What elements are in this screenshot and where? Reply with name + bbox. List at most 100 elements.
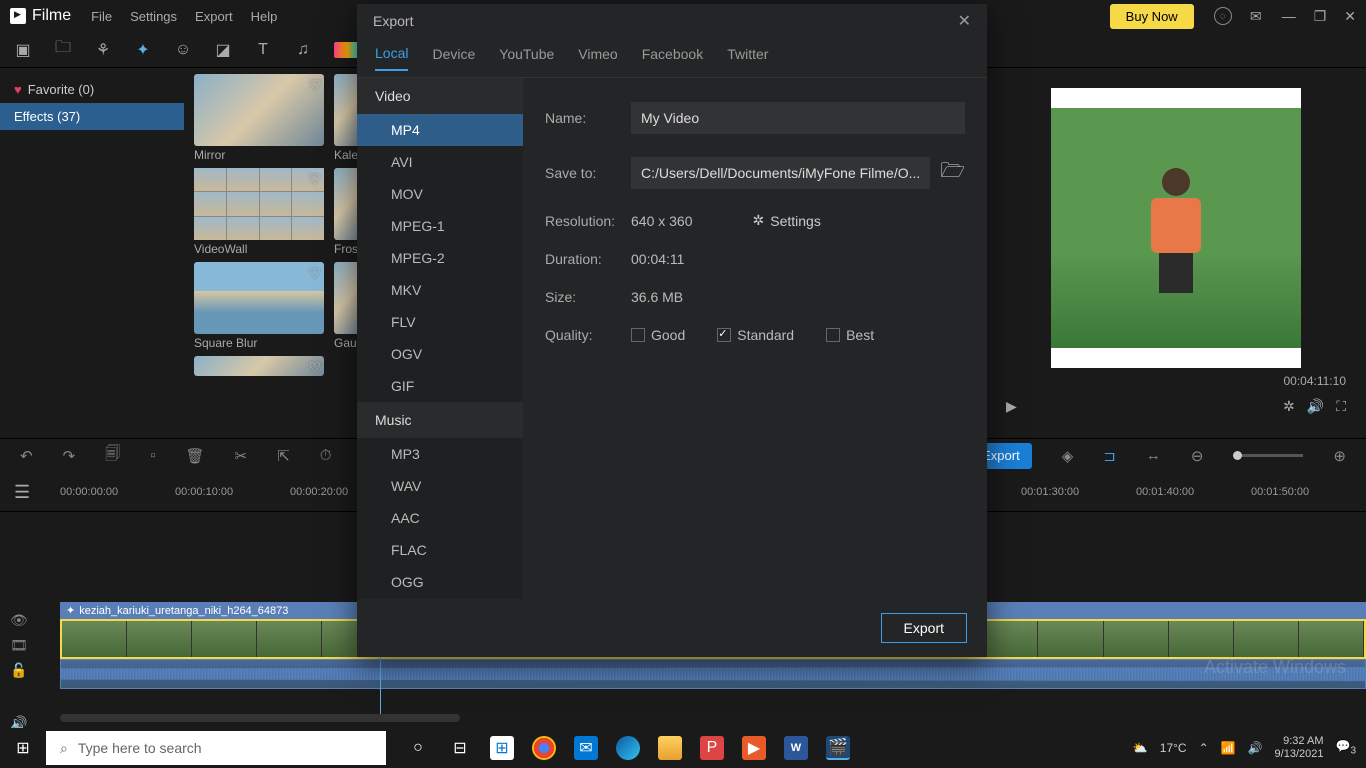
video-section-header: Video [357, 78, 523, 114]
copy-icon[interactable]: 🗐 [105, 443, 120, 468]
explorer-icon[interactable] [658, 736, 682, 760]
favorite-icon[interactable]: ♡ [308, 265, 321, 282]
play-icon[interactable]: ▶ [1006, 398, 1017, 415]
zoom-out-icon[interactable]: ⊖ [1191, 447, 1204, 465]
text-icon[interactable]: T [254, 41, 272, 59]
transition-icon[interactable]: ◪ [214, 41, 232, 59]
filme-taskbar-icon[interactable]: 🎬 [826, 736, 850, 760]
effect-square-blur[interactable]: ♡Square Blur [194, 262, 324, 350]
format-mov[interactable]: MOV [357, 178, 523, 210]
start-button[interactable]: ⊞ [0, 728, 46, 768]
marker-icon[interactable]: ◈ [1062, 447, 1074, 465]
buy-now-button[interactable]: Buy Now [1110, 4, 1194, 29]
effects-category[interactable]: Effects (37) [0, 103, 184, 130]
format-aac[interactable]: AAC [357, 502, 523, 534]
tab-vimeo[interactable]: Vimeo [578, 46, 617, 70]
audio-track[interactable] [60, 659, 1366, 689]
dialog-export-button[interactable]: Export [881, 613, 967, 643]
close-window-icon[interactable]: ✕ [1344, 8, 1356, 25]
zoom-slider[interactable] [1233, 454, 1303, 457]
music-icon[interactable]: ♫ [294, 41, 312, 59]
name-input[interactable] [631, 102, 965, 134]
tab-twitter[interactable]: Twitter [727, 46, 768, 70]
favorites-category[interactable]: ♥Favorite (0) [0, 76, 184, 103]
time-marker: 00:01:40:00 [1136, 486, 1251, 498]
cortana-icon[interactable]: ○ [406, 736, 430, 760]
notifications-icon[interactable]: 💬3 [1335, 739, 1356, 756]
app-icon[interactable]: ▶ [742, 736, 766, 760]
settings-gear-icon[interactable]: ✲ [1283, 398, 1295, 415]
time-marker: 00:00:10:00 [175, 486, 290, 498]
snap-icon[interactable]: ⊐ [1103, 447, 1116, 465]
format-mpeg1[interactable]: MPEG-1 [357, 210, 523, 242]
favorite-icon[interactable]: ♡ [308, 359, 321, 376]
format-ogg[interactable]: OGG [357, 566, 523, 598]
search-box[interactable]: ⌕ Type here to search [46, 731, 386, 765]
menu-settings[interactable]: Settings [130, 9, 177, 24]
delete-icon[interactable]: 🗑 [185, 447, 204, 465]
timeline-menu-icon[interactable]: ☰ [14, 482, 30, 503]
quality-standard[interactable]: Standard [717, 327, 794, 343]
wifi-icon[interactable]: 📶 [1221, 741, 1236, 755]
task-view-icon[interactable]: ⊟ [448, 736, 472, 760]
format-mp4[interactable]: MP4 [357, 114, 523, 146]
save-to-input[interactable] [631, 157, 930, 189]
effect-videowall[interactable]: ♡VideoWall [194, 168, 324, 256]
timeline-scrollbar[interactable] [60, 714, 460, 722]
account-icon[interactable]: ◌ [1214, 7, 1232, 25]
paste-icon[interactable]: ▫ [150, 447, 155, 464]
notification-icon[interactable]: ✉ [1248, 8, 1264, 24]
edge-icon[interactable] [616, 736, 640, 760]
favorite-icon[interactable]: ♡ [308, 77, 321, 94]
speed-icon[interactable]: ⏱ [320, 447, 332, 464]
split-icon[interactable]: ✂ [235, 447, 248, 465]
fullscreen-icon[interactable]: ⛶ [1336, 398, 1346, 415]
folder-icon[interactable]: 🗀 [54, 41, 72, 59]
tab-facebook[interactable]: Facebook [642, 46, 703, 70]
tray-chevron-icon[interactable]: ⌃ [1199, 741, 1209, 755]
volume-icon[interactable]: 🔊 [1307, 398, 1324, 415]
chrome-icon[interactable] [532, 736, 556, 760]
browse-folder-icon[interactable]: 🗁 [940, 156, 965, 190]
word-icon[interactable]: W [784, 736, 808, 760]
sticker-icon[interactable]: ☺ [174, 41, 192, 59]
format-ogv[interactable]: OGV [357, 338, 523, 370]
format-mp3[interactable]: MP3 [357, 438, 523, 470]
settings-button[interactable]: ✲Settings [753, 212, 821, 229]
format-mkv[interactable]: MKV [357, 274, 523, 306]
clock[interactable]: 9:32 AM 9/13/2021 [1275, 735, 1324, 761]
effect-mirror[interactable]: ♡Mirror [194, 74, 324, 162]
format-mpeg2[interactable]: MPEG-2 [357, 242, 523, 274]
pdf-icon[interactable]: P [700, 736, 724, 760]
format-flac[interactable]: FLAC [357, 534, 523, 566]
quality-best[interactable]: Best [826, 327, 874, 343]
audio-icon[interactable]: ⚘ [94, 41, 112, 59]
crop-icon[interactable]: ⇱ [277, 447, 290, 465]
tab-youtube[interactable]: YouTube [499, 46, 554, 70]
zoom-in-icon[interactable]: ⊕ [1333, 447, 1346, 465]
store-icon[interactable]: ⊞ [490, 736, 514, 760]
format-wav[interactable]: WAV [357, 470, 523, 502]
effect-item[interactable]: ♡ [194, 356, 324, 376]
speaker-icon[interactable]: 🔊 [1248, 741, 1263, 755]
quality-good[interactable]: Good [631, 327, 685, 343]
format-avi[interactable]: AVI [357, 146, 523, 178]
favorite-icon[interactable]: ♡ [308, 171, 321, 188]
menu-export[interactable]: Export [195, 9, 233, 24]
weather-icon[interactable]: ⛅ [1133, 741, 1148, 755]
media-icon[interactable]: ▣ [14, 41, 32, 59]
undo-icon[interactable]: ↶ [20, 447, 33, 465]
tab-device[interactable]: Device [432, 46, 475, 70]
tab-local[interactable]: Local [375, 45, 408, 71]
maximize-icon[interactable]: ❐ [1314, 8, 1327, 25]
mail-icon[interactable]: ✉ [574, 736, 598, 760]
menu-file[interactable]: File [91, 9, 112, 24]
format-flv[interactable]: FLV [357, 306, 523, 338]
format-gif[interactable]: GIF [357, 370, 523, 402]
close-icon[interactable]: ✕ [958, 11, 971, 31]
effects-icon[interactable]: ✦ [134, 41, 152, 59]
fit-icon[interactable]: ↔ [1146, 447, 1161, 464]
redo-icon[interactable]: ↷ [63, 447, 76, 465]
minimize-icon[interactable]: — [1282, 8, 1296, 25]
menu-help[interactable]: Help [251, 9, 278, 24]
